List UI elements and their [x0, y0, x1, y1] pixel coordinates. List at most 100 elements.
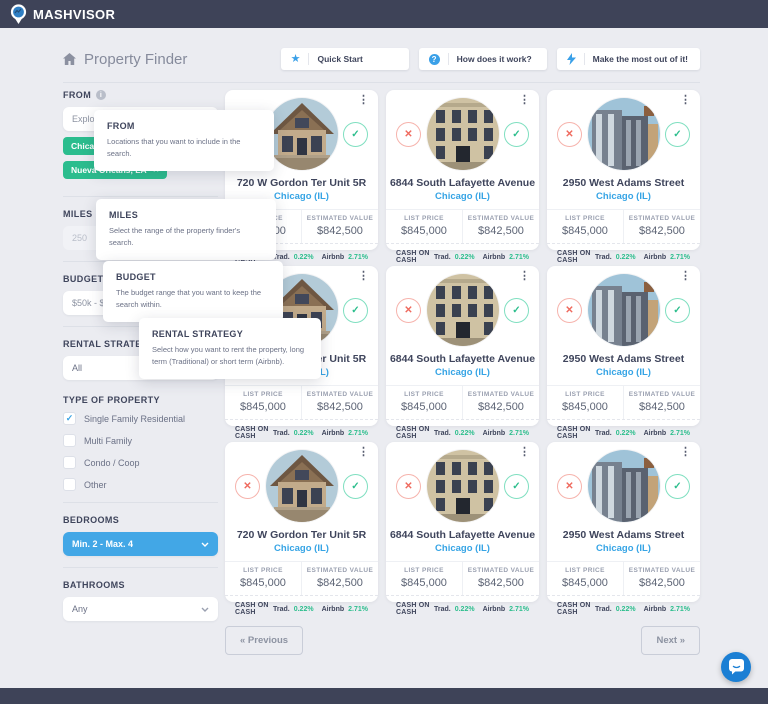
reject-button[interactable]: ✕: [557, 298, 582, 323]
chat-bubble-button[interactable]: [721, 652, 751, 682]
tooltip-title: MILES: [109, 210, 263, 220]
property-address: 2950 West Adams Street: [547, 529, 700, 541]
kebab-menu-icon[interactable]: ⋮: [680, 445, 691, 458]
kebab-menu-icon[interactable]: ⋮: [519, 269, 530, 282]
kebab-menu-icon[interactable]: ⋮: [680, 93, 691, 106]
accept-button[interactable]: ✓: [343, 298, 368, 323]
estimated-value-label: ESTIMATED VALUE: [624, 391, 700, 398]
accept-button[interactable]: ✓: [665, 122, 690, 147]
trad-label: Trad.: [595, 254, 612, 261]
kebab-menu-icon[interactable]: ⋮: [519, 445, 530, 458]
check-icon: ✓: [673, 305, 681, 316]
tooltip-text: Select the range of the property finder'…: [109, 225, 263, 249]
kebab-menu-icon[interactable]: ⋮: [680, 269, 691, 282]
footer-bar: [0, 688, 768, 704]
brand-name: MASHVISOR: [33, 7, 115, 22]
price-stats: LIST PRICE $845,000 ESTIMATED VALUE $842…: [386, 209, 539, 243]
property-address: 2950 West Adams Street: [547, 177, 700, 189]
property-city-link[interactable]: Chicago (IL): [386, 543, 539, 554]
info-icon[interactable]: i: [96, 90, 106, 100]
property-city-link[interactable]: Chicago (IL): [225, 543, 378, 554]
list-price-label: LIST PRICE: [547, 215, 623, 222]
tooltip-text: Select how you want to rent the property…: [152, 344, 308, 368]
airbnb-value: 2.71%: [348, 254, 368, 261]
trad-value: 0.22%: [616, 430, 636, 437]
divider: [584, 53, 585, 65]
property-photo: [266, 450, 338, 522]
list-price-value: $845,000: [547, 401, 623, 413]
list-price-label: LIST PRICE: [386, 567, 462, 574]
reject-button[interactable]: ✕: [396, 122, 421, 147]
pagination: « Previous Next »: [225, 626, 700, 655]
property-address: 6844 South Lafayette Avenue: [386, 529, 539, 541]
accept-button[interactable]: ✓: [504, 122, 529, 147]
estimated-value-label: ESTIMATED VALUE: [463, 567, 539, 574]
reject-button[interactable]: ✕: [557, 122, 582, 147]
type-of-property-label: TYPE OF PROPERTY: [63, 395, 218, 405]
previous-button[interactable]: « Previous: [225, 626, 303, 655]
property-city-link[interactable]: Chicago (IL): [386, 191, 539, 202]
reject-button[interactable]: ✕: [235, 474, 260, 499]
estimated-value-label: ESTIMATED VALUE: [624, 567, 700, 574]
cash-on-cash-label: CASH ON CASH: [235, 426, 273, 440]
property-city-link[interactable]: Chicago (IL): [386, 367, 539, 378]
accept-button[interactable]: ✓: [504, 474, 529, 499]
next-button[interactable]: Next »: [641, 626, 700, 655]
accept-button[interactable]: ✓: [665, 474, 690, 499]
property-card: ⋮ ✕ ✓ 6844 South Lafayette Avenue Chicag…: [386, 266, 539, 426]
reject-button[interactable]: ✕: [557, 474, 582, 499]
reject-button[interactable]: ✕: [396, 298, 421, 323]
how-it-works-button[interactable]: ? How does it work?: [419, 48, 547, 70]
property-city-link[interactable]: Chicago (IL): [547, 191, 700, 202]
accept-button[interactable]: ✓: [504, 298, 529, 323]
reject-button[interactable]: ✕: [396, 474, 421, 499]
checkbox-single-family[interactable]: ✓ Single Family Residential: [63, 412, 218, 425]
kebab-menu-icon[interactable]: ⋮: [519, 93, 530, 106]
cash-on-cash-label: CASH ON CASH: [557, 426, 595, 440]
airbnb-label: Airbnb: [644, 606, 667, 613]
airbnb-label: Airbnb: [644, 430, 667, 437]
airbnb-label: Airbnb: [644, 254, 667, 261]
property-city-link[interactable]: Chicago (IL): [547, 367, 700, 378]
accept-button[interactable]: ✓: [665, 298, 690, 323]
cash-on-cash-row: CASH ON CASH Trad. 0.22% Airbnb 2.71%: [386, 595, 539, 616]
checkbox-multi-family[interactable]: Multi Family: [63, 434, 218, 447]
accept-button[interactable]: ✓: [343, 474, 368, 499]
home-icon: [63, 53, 76, 65]
divider: [63, 196, 218, 197]
estimated-value-label: ESTIMATED VALUE: [302, 567, 378, 574]
bedrooms-select[interactable]: Min. 2 - Max. 4: [63, 532, 218, 556]
list-price-value: $845,000: [225, 577, 301, 589]
bathrooms-select[interactable]: Any: [63, 597, 218, 621]
airbnb-value: 2.71%: [670, 606, 690, 613]
property-card: ⋮ ✕ ✓ 6844 South Lafayette Avenue Chicag…: [386, 442, 539, 602]
cash-on-cash-row: CASH ON CASH Trad. 0.22% Airbnb 2.71%: [547, 419, 700, 440]
make-most-button[interactable]: Make the most out of it!: [557, 48, 700, 70]
cash-on-cash-label: CASH ON CASH: [396, 426, 434, 440]
check-icon: ✓: [673, 481, 681, 492]
airbnb-label: Airbnb: [483, 254, 506, 261]
estimated-value-value: $842,500: [624, 225, 700, 237]
property-card: ⋮ ✕ ✓ 6844 South Lafayette Avenue Chicag…: [386, 90, 539, 250]
checkbox-other[interactable]: Other: [63, 478, 218, 491]
x-icon: ✕: [404, 129, 412, 140]
page-header: Property Finder ★ Quick Start ? How does…: [63, 48, 700, 83]
kebab-menu-icon[interactable]: ⋮: [358, 445, 369, 458]
property-city-link[interactable]: Chicago (IL): [547, 543, 700, 554]
checkbox-condo-coop[interactable]: Condo / Coop: [63, 456, 218, 469]
accept-button[interactable]: ✓: [343, 122, 368, 147]
kebab-menu-icon[interactable]: ⋮: [358, 93, 369, 106]
quick-start-button[interactable]: ★ Quick Start: [281, 48, 409, 70]
cash-on-cash-row: CASH ON CASH Trad. 0.22% Airbnb 2.71%: [225, 595, 378, 616]
bedrooms-label: BEDROOMS: [63, 515, 218, 525]
check-icon: ✓: [512, 481, 520, 492]
list-price-label: LIST PRICE: [386, 215, 462, 222]
cash-on-cash-row: CASH ON CASH Trad. 0.22% Airbnb 2.71%: [386, 419, 539, 440]
property-photo: [588, 450, 660, 522]
chevron-down-icon: [201, 542, 209, 547]
kebab-menu-icon[interactable]: ⋮: [358, 269, 369, 282]
airbnb-label: Airbnb: [322, 606, 345, 613]
check-icon: ✓: [351, 129, 359, 140]
estimated-value-label: ESTIMATED VALUE: [302, 391, 378, 398]
estimated-value-value: $842,500: [302, 225, 378, 237]
